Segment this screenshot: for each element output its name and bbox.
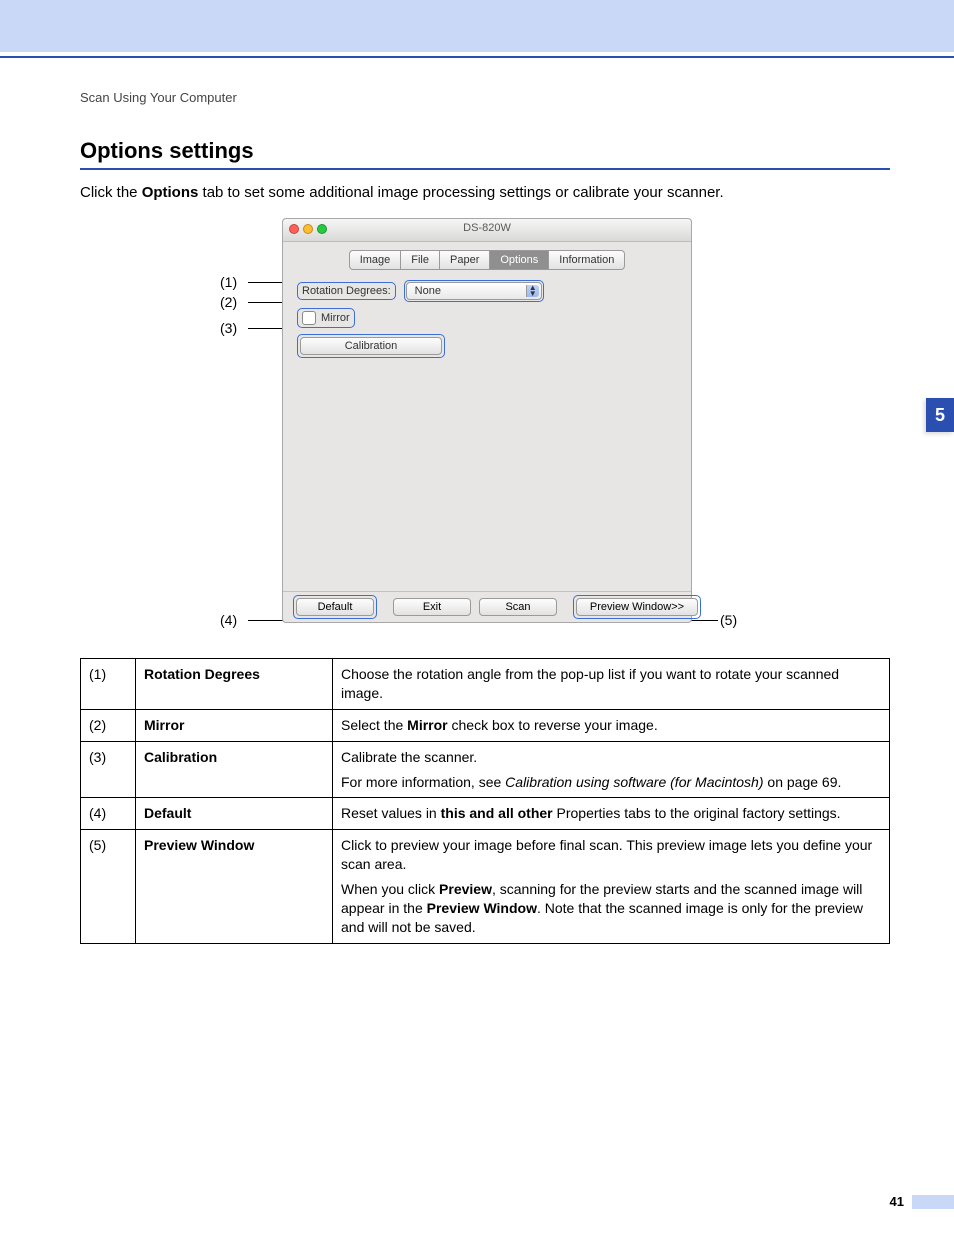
calibration-callout: Calibration	[297, 334, 445, 358]
annotation-5: (5)	[720, 612, 737, 628]
calibration-button[interactable]: Calibration	[300, 337, 442, 355]
section-title: Options settings	[80, 138, 254, 164]
page-number: 41	[890, 1194, 904, 1209]
title-underline	[80, 168, 890, 170]
table-row: (1) Rotation Degrees Choose the rotation…	[81, 659, 890, 710]
window-title: DS-820W	[283, 222, 691, 234]
chevron-updown-icon: ▲▼	[529, 285, 537, 297]
tab-information[interactable]: Information	[548, 250, 625, 270]
row5-key: Preview Window	[136, 830, 333, 943]
row4-key: Default	[136, 798, 333, 830]
page-bar	[912, 1195, 954, 1209]
row3-num: (3)	[81, 741, 136, 798]
mirror-label: Mirror	[321, 312, 350, 324]
row1-key: Rotation Degrees	[136, 659, 333, 710]
annotation-2: (2)	[220, 294, 237, 310]
rotation-popup[interactable]: None ▲▼	[406, 282, 542, 300]
annotation-3: (3)	[220, 320, 237, 336]
default-callout: Default	[293, 595, 377, 619]
tab-image[interactable]: Image	[349, 250, 401, 270]
annotation-4: (4)	[220, 612, 237, 628]
tab-bar: Image File Paper Options Information	[283, 250, 691, 270]
mirror-row: Mirror	[297, 308, 355, 328]
row1-num: (1)	[81, 659, 136, 710]
table-row: (3) Calibration Calibrate the scanner. F…	[81, 741, 890, 798]
preview-callout: Preview Window>>	[573, 595, 701, 619]
chapter-tab: 5	[926, 398, 954, 432]
tab-paper[interactable]: Paper	[439, 250, 489, 270]
breadcrumb: Scan Using Your Computer	[80, 90, 237, 105]
row2-num: (2)	[81, 709, 136, 741]
scan-button[interactable]: Scan	[479, 598, 557, 616]
row1-desc: Choose the rotation angle from the pop-u…	[333, 659, 890, 710]
bottom-bar: Default Exit Scan Preview Window>>	[283, 591, 691, 622]
row4-num: (4)	[81, 798, 136, 830]
annotation-1: (1)	[220, 274, 237, 290]
row5-desc: Click to preview your image before final…	[333, 830, 890, 943]
row2-desc: Select the Mirror check box to reverse y…	[333, 709, 890, 741]
figure: (1) (2) (3) (4) (5) DS-820W Image File P…	[220, 218, 760, 648]
table-row: (2) Mirror Select the Mirror check box t…	[81, 709, 890, 741]
row5-num: (5)	[81, 830, 136, 943]
rotation-value: None	[415, 285, 441, 297]
rotation-popup-callout: None ▲▼	[404, 280, 544, 302]
table-row: (4) Default Reset values in this and all…	[81, 798, 890, 830]
tab-file[interactable]: File	[400, 250, 439, 270]
app-window: DS-820W Image File Paper Options Informa…	[282, 218, 692, 623]
rotation-label: Rotation Degrees:	[302, 285, 391, 297]
row4-desc: Reset values in this and all other Prope…	[333, 798, 890, 830]
row3-desc: Calibrate the scanner. For more informat…	[333, 741, 890, 798]
row2-key: Mirror	[136, 709, 333, 741]
mirror-checkbox[interactable]	[302, 311, 316, 325]
tab-options[interactable]: Options	[489, 250, 548, 270]
exit-button[interactable]: Exit	[393, 598, 471, 616]
preview-window-button[interactable]: Preview Window>>	[576, 598, 698, 616]
description-table: (1) Rotation Degrees Choose the rotation…	[80, 658, 890, 944]
titlebar: DS-820W	[283, 219, 691, 242]
table-row: (5) Preview Window Click to preview your…	[81, 830, 890, 943]
rotation-row: Rotation Degrees:	[297, 282, 396, 300]
intro-text: Click the Options tab to set some additi…	[80, 184, 890, 201]
row3-key: Calibration	[136, 741, 333, 798]
default-button[interactable]: Default	[296, 598, 374, 616]
